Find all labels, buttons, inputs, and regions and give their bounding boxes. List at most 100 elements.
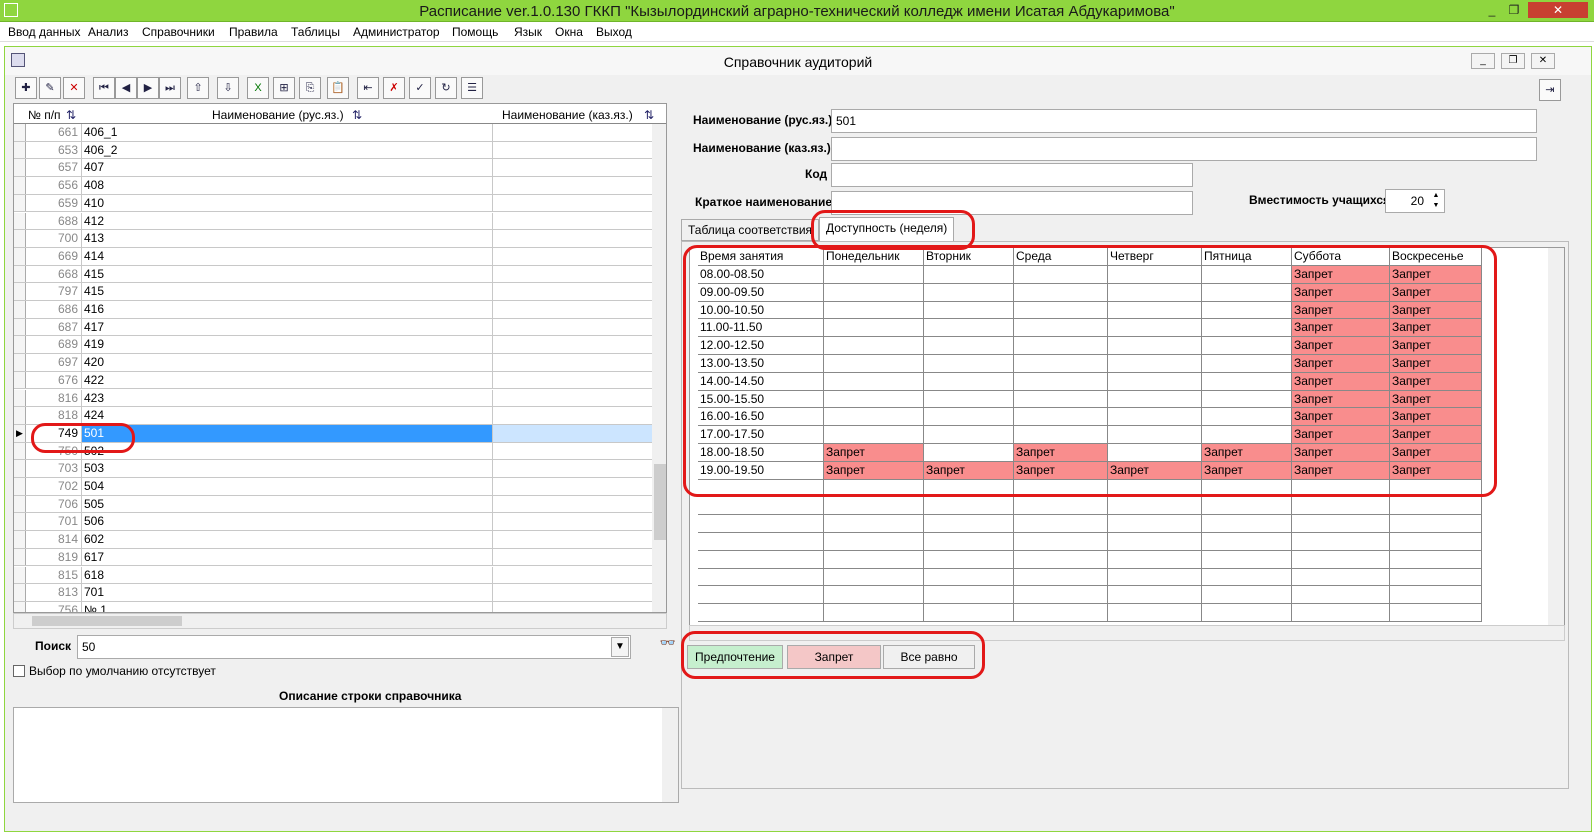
availability-cell[interactable] bbox=[824, 355, 924, 373]
row-indicator[interactable] bbox=[14, 531, 26, 548]
availability-cell[interactable]: Запрет bbox=[1108, 461, 1202, 480]
add-record-icon[interactable]: ✚ bbox=[15, 77, 37, 99]
empty-cell[interactable] bbox=[1108, 515, 1202, 533]
row-number[interactable]: 686 bbox=[26, 301, 82, 318]
row-indicator[interactable] bbox=[14, 460, 26, 477]
col-header-num[interactable]: № п/п bbox=[28, 108, 61, 122]
availability-cell[interactable]: Запрет bbox=[824, 461, 924, 480]
availability-cell[interactable] bbox=[1202, 408, 1292, 427]
sort-icon[interactable]: ⇅ bbox=[352, 108, 362, 122]
any-button[interactable]: Все равно bbox=[883, 645, 975, 669]
empty-cell[interactable] bbox=[1390, 515, 1482, 533]
availability-cell[interactable] bbox=[1202, 337, 1292, 355]
empty-cell[interactable] bbox=[1390, 604, 1482, 622]
row-indicator[interactable] bbox=[14, 212, 26, 230]
row-indicator[interactable] bbox=[14, 566, 26, 584]
empty-cell[interactable] bbox=[924, 550, 1014, 569]
table-row[interactable]: 818 424 bbox=[14, 407, 664, 425]
empty-cell[interactable] bbox=[1390, 568, 1482, 587]
table-row[interactable]: 797 415 bbox=[14, 283, 664, 301]
empty-cell[interactable] bbox=[1390, 497, 1482, 516]
table-row[interactable]: 700 413 bbox=[14, 230, 664, 248]
empty-cell[interactable] bbox=[1292, 497, 1390, 516]
empty-cell[interactable] bbox=[1108, 568, 1202, 587]
delete-record-icon[interactable]: ✕ bbox=[63, 77, 85, 99]
restore-icon[interactable]: ❐ bbox=[1504, 2, 1524, 18]
menu-item-language[interactable]: Язык bbox=[514, 25, 542, 39]
empty-cell[interactable] bbox=[1292, 515, 1390, 533]
row-name-ru[interactable]: 503 bbox=[82, 460, 493, 477]
availability-cell[interactable]: Запрет bbox=[1292, 319, 1390, 338]
row-number[interactable]: 689 bbox=[26, 336, 82, 354]
table-row[interactable]: 814 602 bbox=[14, 531, 664, 549]
availability-cell[interactable] bbox=[824, 408, 924, 427]
empty-cell[interactable] bbox=[1390, 550, 1482, 569]
availability-cell[interactable]: Запрет bbox=[1292, 426, 1390, 444]
row-number[interactable]: 656 bbox=[26, 177, 82, 194]
table-row[interactable]: 688 412 bbox=[14, 212, 664, 231]
scroll-thumb[interactable] bbox=[654, 464, 666, 540]
availability-cell[interactable] bbox=[924, 408, 1014, 427]
availability-cell[interactable] bbox=[1202, 301, 1292, 320]
availability-cell[interactable] bbox=[924, 390, 1014, 409]
empty-cell[interactable] bbox=[698, 568, 824, 587]
empty-cell[interactable] bbox=[924, 586, 1014, 605]
export-excel-icon[interactable]: X bbox=[247, 77, 269, 99]
menu-item-help[interactable]: Помощь bbox=[452, 25, 498, 39]
edit-record-icon[interactable]: ✎ bbox=[39, 77, 61, 99]
binoculars-icon[interactable]: 👓 bbox=[657, 635, 679, 657]
availability-cell[interactable] bbox=[824, 372, 924, 391]
availability-cell[interactable]: Запрет bbox=[1390, 266, 1482, 284]
availability-cell[interactable] bbox=[924, 426, 1014, 444]
table-row[interactable]: 656 408 bbox=[14, 177, 664, 195]
menu-item-admin[interactable]: Администратор bbox=[353, 25, 440, 39]
row-name-ru[interactable]: 410 bbox=[82, 194, 493, 212]
empty-cell[interactable] bbox=[824, 550, 924, 569]
row-number[interactable]: 815 bbox=[26, 566, 82, 584]
empty-cell[interactable] bbox=[1014, 497, 1108, 516]
row-number[interactable]: 688 bbox=[26, 212, 82, 230]
availability-cell[interactable]: Запрет bbox=[1202, 444, 1292, 462]
search-input[interactable]: 50 bbox=[77, 635, 631, 659]
dropdown-chevron-icon[interactable]: ▼ bbox=[611, 637, 629, 657]
empty-cell[interactable] bbox=[698, 479, 824, 498]
sort-icon[interactable]: ⇅ bbox=[644, 108, 654, 122]
availability-cell[interactable] bbox=[1014, 301, 1108, 320]
scroll-thumb[interactable] bbox=[32, 616, 182, 626]
minimize-icon[interactable]: _ bbox=[1482, 2, 1502, 18]
availability-cell[interactable] bbox=[1202, 390, 1292, 409]
availability-cell[interactable] bbox=[1108, 390, 1202, 409]
list-icon[interactable]: ☰ bbox=[461, 77, 483, 99]
row-name-ru[interactable]: 423 bbox=[82, 389, 493, 407]
row-indicator[interactable] bbox=[14, 389, 26, 407]
copy-icon[interactable]: ⎘ bbox=[299, 77, 321, 99]
menu-item-references[interactable]: Справочники bbox=[142, 25, 215, 39]
row-number[interactable]: 668 bbox=[26, 265, 82, 283]
name-ru-field[interactable]: 501 bbox=[831, 109, 1537, 133]
availability-cell[interactable] bbox=[1014, 372, 1108, 391]
menu-item-rules[interactable]: Правила bbox=[229, 25, 278, 39]
empty-cell[interactable] bbox=[1014, 604, 1108, 622]
availability-cell[interactable] bbox=[1014, 408, 1108, 427]
refresh-icon[interactable]: ↻ bbox=[435, 77, 457, 99]
table-row[interactable]: 706 505 bbox=[14, 495, 664, 514]
row-name-ru[interactable]: 506 bbox=[82, 513, 493, 531]
row-indicator[interactable] bbox=[14, 601, 26, 612]
row-name-ru[interactable]: 408 bbox=[82, 177, 493, 194]
row-name-ru[interactable]: 413 bbox=[82, 230, 493, 247]
row-number[interactable]: 749 bbox=[26, 424, 82, 442]
row-number[interactable]: 750 bbox=[26, 442, 82, 460]
table-row[interactable]: 701 506 bbox=[14, 513, 664, 532]
empty-cell[interactable] bbox=[1390, 586, 1482, 605]
availability-cell[interactable] bbox=[1014, 319, 1108, 338]
empty-cell[interactable] bbox=[924, 604, 1014, 622]
availability-cell[interactable] bbox=[1108, 337, 1202, 355]
row-indicator[interactable] bbox=[14, 478, 26, 495]
availability-cell[interactable]: Запрет bbox=[1292, 461, 1390, 480]
empty-cell[interactable] bbox=[924, 479, 1014, 498]
availability-cell[interactable]: Запрет bbox=[1292, 337, 1390, 355]
row-number[interactable]: 687 bbox=[26, 318, 82, 336]
child-minimize-icon[interactable]: _ bbox=[1471, 53, 1495, 69]
availability-cell[interactable]: Запрет bbox=[1390, 461, 1482, 480]
row-number[interactable]: 814 bbox=[26, 531, 82, 548]
